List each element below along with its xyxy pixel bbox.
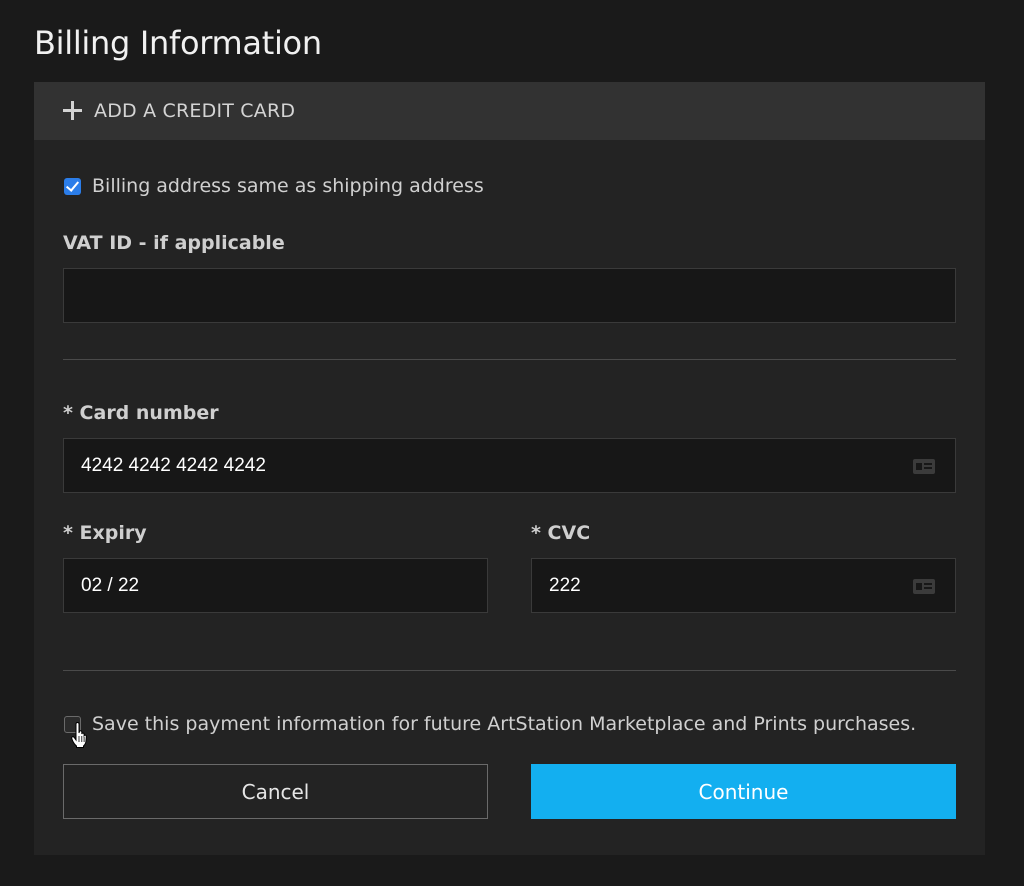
save-payment-row[interactable]: Save this payment information for future… — [64, 713, 916, 735]
page-title: Billing Information — [34, 24, 322, 62]
cancel-button[interactable]: Cancel — [63, 764, 488, 819]
expiry-label: * Expiry — [63, 522, 147, 544]
billing-card: ADD A CREDIT CARD Billing address same a… — [34, 82, 985, 855]
billing-same-as-shipping-label: Billing address same as shipping address — [92, 175, 484, 197]
add-credit-card-header[interactable]: ADD A CREDIT CARD — [34, 82, 985, 140]
card-number-input[interactable]: 4242 4242 4242 4242 — [63, 438, 956, 493]
hand-cursor-icon — [71, 722, 87, 748]
add-credit-card-label: ADD A CREDIT CARD — [94, 100, 296, 122]
cvc-value: 222 — [549, 574, 581, 596]
divider — [63, 670, 956, 671]
plus-icon — [62, 100, 84, 122]
expiry-input[interactable]: 02 / 22 — [63, 558, 488, 613]
cvc-input[interactable]: 222 — [531, 558, 956, 613]
card-number-label: * Card number — [63, 402, 219, 424]
vat-id-label: VAT ID - if applicable — [63, 232, 285, 254]
cvc-label: * CVC — [531, 522, 591, 544]
continue-button[interactable]: Continue — [531, 764, 956, 819]
expiry-value: 02 / 22 — [81, 574, 140, 596]
vat-id-input[interactable] — [63, 268, 956, 323]
credit-card-icon — [913, 459, 935, 474]
billing-same-as-shipping-row[interactable]: Billing address same as shipping address — [64, 175, 484, 197]
billing-same-as-shipping-checkbox[interactable] — [64, 177, 81, 195]
credit-card-icon — [913, 579, 935, 594]
card-number-value: 4242 4242 4242 4242 — [81, 454, 266, 476]
divider — [63, 359, 956, 360]
save-payment-label: Save this payment information for future… — [92, 713, 917, 735]
